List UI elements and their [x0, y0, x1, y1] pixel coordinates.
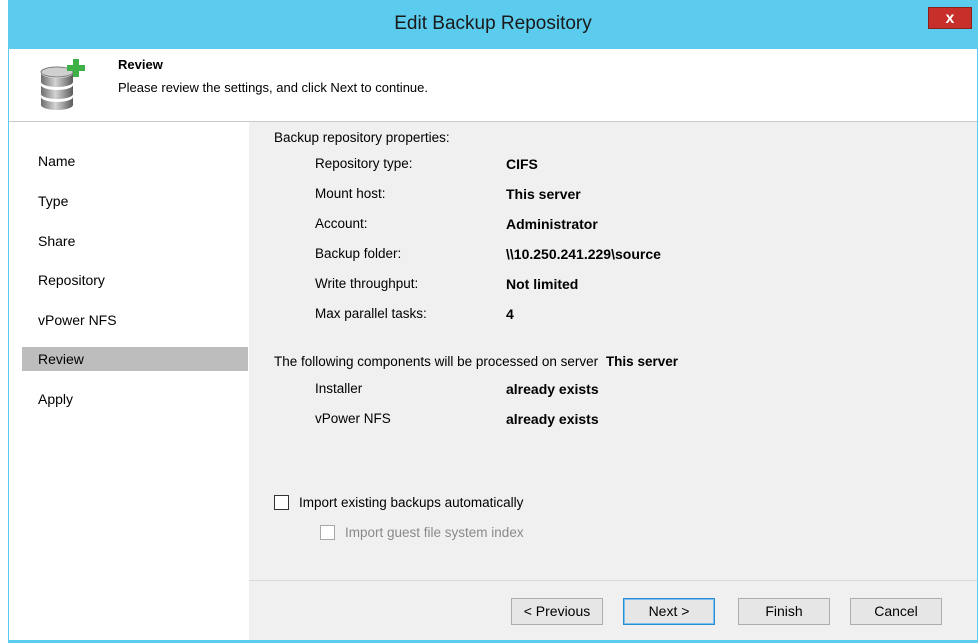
property-value: CIFS: [506, 156, 538, 172]
import-index-checkbox[interactable]: [320, 525, 335, 540]
close-button[interactable]: x: [928, 7, 972, 29]
step-subtitle: Please review the settings, and click Ne…: [118, 80, 428, 95]
window-title: Edit Backup Repository: [394, 13, 592, 34]
components-server: This server: [605, 354, 678, 369]
section-title: Backup repository properties:: [274, 130, 450, 145]
review-panel: Backup repository properties: Repository…: [249, 122, 977, 580]
sidebar-item-repository[interactable]: Repository: [22, 268, 248, 292]
cancel-button[interactable]: Cancel: [850, 598, 942, 625]
property-value: \\10.250.241.229\source: [506, 246, 661, 262]
component-status: already exists: [506, 411, 599, 427]
sidebar-item-type[interactable]: Type: [22, 189, 248, 213]
property-label: Max parallel tasks:: [315, 306, 427, 321]
wizard-footer: < Previous Next > Finish Cancel: [249, 580, 977, 640]
next-button[interactable]: Next >: [623, 598, 715, 625]
property-label: Write throughput:: [315, 276, 419, 291]
wizard-steps-sidebar: Name Type Share Repository vPower NFS Re…: [9, 122, 249, 640]
component-label: Installer: [315, 381, 363, 396]
finish-button[interactable]: Finish: [738, 598, 830, 625]
import-backups-checkbox[interactable]: [274, 495, 289, 510]
components-text: The following components will be process…: [274, 354, 599, 369]
property-value: Not limited: [506, 276, 579, 292]
property-label: Account:: [315, 216, 368, 231]
previous-button[interactable]: < Previous: [511, 598, 603, 625]
component-status: already exists: [506, 381, 599, 397]
property-label: Mount host:: [315, 186, 386, 201]
wizard-header: Review Please review the settings, and c…: [9, 49, 977, 121]
property-label: Repository type:: [315, 156, 413, 171]
component-label: vPower NFS: [315, 411, 391, 426]
sidebar-item-share[interactable]: Share: [22, 229, 248, 253]
import-backups-label[interactable]: Import existing backups automatically: [299, 495, 523, 510]
property-value: Administrator: [506, 216, 598, 232]
property-label: Backup folder:: [315, 246, 402, 261]
property-value: This server: [506, 186, 581, 202]
components-heading: The following components will be process…: [274, 354, 678, 369]
sidebar-item-vpower-nfs[interactable]: vPower NFS: [22, 308, 248, 332]
title-bar[interactable]: Edit Backup Repository x: [8, 0, 978, 49]
import-index-label[interactable]: Import guest file system index: [345, 525, 524, 540]
dialog-client-area: Review Please review the settings, and c…: [9, 49, 977, 640]
step-title: Review: [118, 57, 163, 72]
sidebar-item-review[interactable]: Review: [22, 347, 248, 371]
sidebar-item-apply[interactable]: Apply: [22, 387, 248, 411]
property-value: 4: [506, 306, 514, 322]
database-add-icon: [40, 59, 85, 110]
sidebar-item-name[interactable]: Name: [22, 149, 248, 173]
dialog-window: Edit Backup Repository x Review Please r…: [8, 0, 978, 643]
